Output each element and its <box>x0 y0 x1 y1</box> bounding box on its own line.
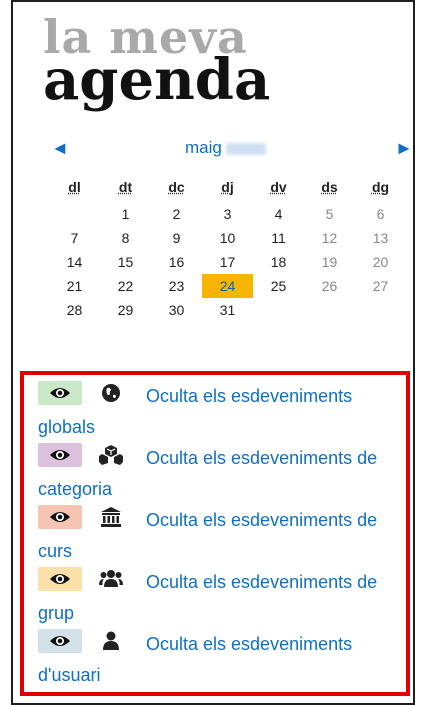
calendar-day[interactable]: 30 <box>151 298 202 322</box>
calendar-empty-cell <box>355 298 406 322</box>
calendar-day[interactable]: 3 <box>202 202 253 226</box>
title-line-2: agenda <box>43 47 271 113</box>
group-icon <box>98 567 124 591</box>
calendar-day[interactable]: 17 <box>202 250 253 274</box>
calendar-day[interactable]: 15 <box>100 250 151 274</box>
calendar-week: 28 29 30 31 <box>49 298 406 322</box>
prev-month-button[interactable]: ◄ <box>51 138 69 159</box>
filter-toggle-link[interactable]: Oculta els esdeveniments d'usuari <box>38 629 394 691</box>
weekday-dj: dj <box>221 179 234 195</box>
calendar-day-today[interactable]: 24 <box>202 274 253 298</box>
calendar-day[interactable]: 7 <box>49 226 100 250</box>
calendar-week: 21 22 23 24 25 26 27 <box>49 274 406 298</box>
filter-row[interactable]: Oculta els esdeveniments globals <box>24 375 406 437</box>
filter-toggle-link[interactable]: Oculta els esdeveniments de categoria <box>38 443 394 505</box>
institution-icon <box>98 505 124 529</box>
calendar-nav: ◄ maig ► <box>37 132 417 166</box>
calendar-day[interactable]: 10 <box>202 226 253 250</box>
calendar-day[interactable]: 1 <box>100 202 151 226</box>
mini-calendar: ◄ maig ► dl dt dc dj dv ds dg 1 2 3 4 5 6 7 8 9 10 11 12 1… <box>37 132 417 322</box>
calendar-empty-cell <box>304 298 355 322</box>
filter-row[interactable]: Oculta els esdeveniments d'usuari <box>24 623 406 685</box>
calendar-day[interactable]: 18 <box>253 250 304 274</box>
event-filters-panel: Oculta els esdeveniments globals Oculta e… <box>20 371 410 696</box>
next-month-button[interactable]: ► <box>395 138 413 159</box>
month-title[interactable]: maig <box>185 138 266 158</box>
calendar-day[interactable]: 4 <box>253 202 304 226</box>
eye-icon[interactable] <box>38 381 82 405</box>
weekday-ds: ds <box>321 179 338 195</box>
eye-icon[interactable] <box>38 629 82 653</box>
calendar-day[interactable]: 2 <box>151 202 202 226</box>
calendar-week: 14 15 16 17 18 19 20 <box>49 250 406 274</box>
weekday-dc: dc <box>168 179 185 195</box>
calendar-empty-cell <box>49 202 100 226</box>
filter-row[interactable]: Oculta els esdeveniments de grup <box>24 561 406 623</box>
calendar-day[interactable]: 25 <box>253 274 304 298</box>
calendar-day[interactable]: 5 <box>304 202 355 226</box>
calendar-day[interactable]: 11 <box>253 226 304 250</box>
calendar-day[interactable]: 8 <box>100 226 151 250</box>
calendar-week: 7 8 9 10 11 12 13 <box>49 226 406 250</box>
calendar-day[interactable]: 14 <box>49 250 100 274</box>
calendar-day[interactable]: 13 <box>355 226 406 250</box>
weekday-dl: dl <box>68 179 81 195</box>
calendar-day[interactable]: 22 <box>100 274 151 298</box>
calendar-week: 123456 <box>49 202 406 226</box>
calendar-empty-cell <box>253 298 304 322</box>
filter-row[interactable]: Oculta els esdeveniments de categoria <box>24 437 406 499</box>
calendar-day[interactable]: 20 <box>355 250 406 274</box>
globe-icon <box>98 381 124 405</box>
calendar-day[interactable]: 21 <box>49 274 100 298</box>
calendar-day[interactable]: 29 <box>100 298 151 322</box>
user-icon <box>98 629 124 653</box>
calendar-day[interactable]: 6 <box>355 202 406 226</box>
weekday-dg: dg <box>371 179 390 195</box>
calendar-day[interactable]: 19 <box>304 250 355 274</box>
calendar-day[interactable]: 28 <box>49 298 100 322</box>
calendar-day[interactable]: 9 <box>151 226 202 250</box>
calendar-day[interactable]: 16 <box>151 250 202 274</box>
eye-icon[interactable] <box>38 505 82 529</box>
calendar-day[interactable]: 23 <box>151 274 202 298</box>
calendar-grid: dl dt dc dj dv ds dg 1 2 3 4 5 6 7 8 9 10 11 12 13 14 15 16 17… <box>49 172 406 322</box>
cubes-icon <box>98 443 124 467</box>
filter-toggle-link[interactable]: Oculta els esdeveniments de grup <box>38 567 394 629</box>
year-label-blurred <box>225 142 266 155</box>
calendar-day[interactable]: 27 <box>355 274 406 298</box>
filter-row[interactable]: Oculta els esdeveniments de curs <box>24 499 406 561</box>
month-label: maig <box>185 138 222 157</box>
eye-icon[interactable] <box>38 567 82 591</box>
filter-toggle-link[interactable]: Oculta els esdeveniments globals <box>38 381 394 443</box>
calendar-day[interactable]: 12 <box>304 226 355 250</box>
calendar-day[interactable]: 31 <box>202 298 253 322</box>
filter-toggle-link[interactable]: Oculta els esdeveniments de curs <box>38 505 394 567</box>
weekday-dv: dv <box>270 179 287 195</box>
calendar-day[interactable]: 26 <box>304 274 355 298</box>
weekday-dt: dt <box>118 179 133 195</box>
eye-icon[interactable] <box>38 443 82 467</box>
